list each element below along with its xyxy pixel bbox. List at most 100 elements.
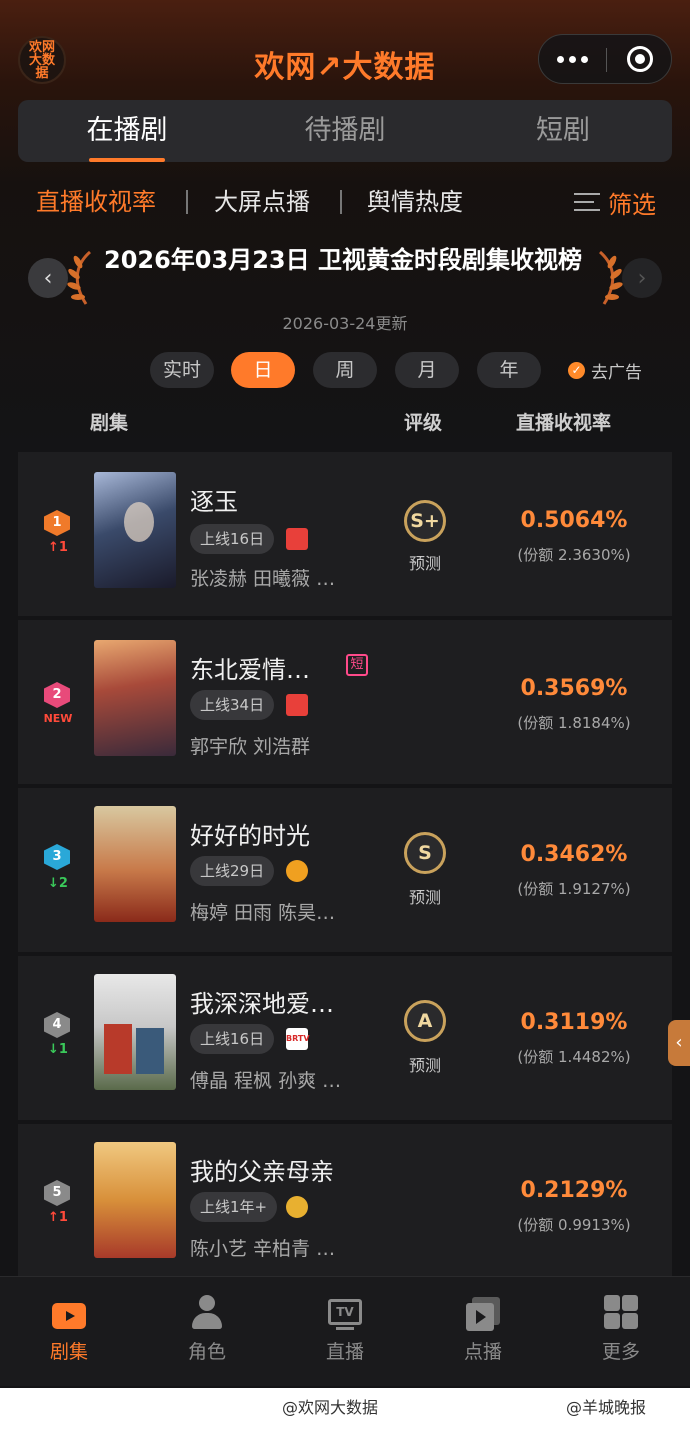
period-year[interactable]: 年 <box>477 352 541 388</box>
share-value: (份额 2.3630%) <box>517 546 631 564</box>
column-header-grade: 评级 <box>404 412 443 434</box>
nav-label: 角色 <box>187 1341 226 1363</box>
rank-badge: 2 <box>44 682 70 708</box>
share-value: (份额 1.9127%) <box>517 880 631 898</box>
rating-value: 0.3569% <box>520 676 628 701</box>
cast-list: 张凌赫 田曦薇 … <box>190 568 336 590</box>
table-row[interactable]: 2 NEW 东北爱情… 短 上线34日 郭宇欣 刘浩群 0.3569% (份额 … <box>18 620 672 784</box>
trend-indicator: ↑1 <box>48 540 68 555</box>
days-on-air-badge: 上线16日 <box>190 524 275 554</box>
poster-image[interactable] <box>94 974 176 1090</box>
share-value: (份额 0.9913%) <box>517 1216 631 1234</box>
nav-shows[interactable]: 剧集 <box>0 1277 138 1386</box>
predict-label: 预测 <box>408 888 441 907</box>
table-row[interactable]: 1 ↑1 逐玉 上线16日 张凌赫 田曦薇 … S+ 预测 0.5064% (份… <box>18 452 672 616</box>
subtab-buzz[interactable]: 舆情热度 <box>367 180 463 224</box>
table-row[interactable]: 5 ↑1 我的父亲母亲 上线1年+ 陈小艺 辛柏青 … 0.2129% (份额 … <box>18 1124 672 1276</box>
nav-label: 直播 <box>325 1341 364 1363</box>
show-title[interactable]: 我的父亲母亲 <box>190 1152 334 1187</box>
tab-short-drama[interactable]: 短剧 <box>454 100 672 162</box>
period-realtime[interactable]: 实时 <box>150 352 214 388</box>
show-title[interactable]: 好好的时光 <box>190 816 310 851</box>
period-month[interactable]: 月 <box>395 352 459 388</box>
predict-label: 预测 <box>408 554 441 573</box>
poster-image[interactable] <box>94 1142 176 1258</box>
more-icon[interactable] <box>539 35 606 83</box>
subtab-vod[interactable]: 大屏点播 <box>214 180 310 224</box>
rank-badge: 3 <box>44 844 70 870</box>
laurel-right-icon <box>598 250 623 305</box>
short-drama-tag: 短 <box>346 654 368 676</box>
filter-label: 筛选 <box>608 190 656 219</box>
channel-logo-icon <box>286 528 308 550</box>
show-title[interactable]: 我深深地爱… <box>190 984 334 1019</box>
remove-ads-label: 去广告 <box>591 362 642 383</box>
share-value: (份额 1.4482%) <box>517 1048 631 1066</box>
nav-label: 剧集 <box>49 1341 88 1363</box>
close-target-icon[interactable] <box>627 46 653 72</box>
chevron-left-icon: ‹ <box>43 265 53 291</box>
person-icon <box>188 1295 226 1331</box>
subtab-live-rating[interactable]: 直播收视率 <box>36 180 156 224</box>
days-on-air-badge: 上线29日 <box>190 856 275 886</box>
table-row[interactable]: 4 ↓1 我深深地爱… 上线16日 BRTV 傅晶 程枫 孙爽 … A 预测 0… <box>18 956 672 1120</box>
bottom-nav: 剧集 角色 TV 直播 点播 更多 <box>0 1276 690 1386</box>
update-time: 2026-03-24更新 <box>282 314 408 333</box>
nav-label: 更多 <box>601 1341 640 1363</box>
live-tv-icon: TV <box>326 1295 364 1331</box>
grade-badge: A <box>404 1000 446 1042</box>
poster-image[interactable] <box>94 640 176 756</box>
prev-date-button[interactable]: ‹ <box>28 258 68 298</box>
tab-upcoming[interactable]: 待播剧 <box>236 100 454 162</box>
main-tabs: 在播剧 待播剧 短剧 <box>18 100 672 162</box>
mini-program-capsule <box>538 34 672 84</box>
watermark-text: @欢网大数据 <box>282 1398 379 1417</box>
share-value: (份额 1.8184%) <box>517 714 631 732</box>
side-drawer-tab[interactable]: ‹ <box>668 1020 690 1066</box>
watermark-text: @羊城晚报 <box>566 1398 647 1417</box>
tab-on-air[interactable]: 在播剧 <box>18 100 236 162</box>
channel-logo-icon: BRTV <box>286 1028 310 1050</box>
poster-image[interactable] <box>94 472 176 588</box>
filter-button[interactable]: 筛选 <box>574 180 656 224</box>
ranking-title: 2026年03月23日 卫视黄金时段剧集收视榜 <box>104 246 582 274</box>
play-icon <box>464 1295 502 1331</box>
rank-badge: 1 <box>44 510 70 536</box>
grade-badge: S+ <box>404 500 446 542</box>
nav-label: 点播 <box>463 1341 502 1363</box>
period-day[interactable]: 日 <box>231 352 295 388</box>
grid-icon <box>602 1295 640 1331</box>
rank-badge: 5 <box>44 1180 70 1206</box>
cast-list: 傅晶 程枫 孙爽 … <box>190 1070 342 1092</box>
nav-live[interactable]: TV 直播 <box>276 1277 414 1386</box>
weibo-watermark-bar: @欢网大数据 @羊城晚报 <box>0 1388 690 1432</box>
check-icon: ✓ <box>568 361 585 379</box>
divider <box>340 190 342 214</box>
table-row[interactable]: 3 ↓2 好好的时光 上线29日 梅婷 田雨 陈昊… S 预测 0.3462% … <box>18 788 672 952</box>
rank-badge: 4 <box>44 1012 70 1038</box>
nav-roles[interactable]: 角色 <box>138 1277 276 1386</box>
chevron-right-icon: › <box>637 265 647 291</box>
remove-ads-toggle[interactable]: ✓ 去广告 <box>568 352 642 388</box>
cast-list: 梅婷 田雨 陈昊… <box>190 902 336 924</box>
rating-value: 0.3119% <box>520 1010 628 1035</box>
rating-value: 0.5064% <box>520 508 628 533</box>
channel-logo-icon <box>286 1196 308 1218</box>
next-date-button[interactable]: › <box>622 258 662 298</box>
top-bar: 欢网大数据 欢网↗大数据 <box>0 28 690 92</box>
tv-icon <box>50 1295 88 1331</box>
show-title[interactable]: 逐玉 <box>190 482 238 517</box>
period-week[interactable]: 周 <box>313 352 377 388</box>
rating-value: 0.2129% <box>520 1178 628 1203</box>
laurel-left-icon <box>67 250 92 305</box>
predict-label: 预测 <box>408 1056 441 1075</box>
trend-indicator: ↑1 <box>48 1210 68 1225</box>
trend-indicator: ↓2 <box>48 876 68 891</box>
show-title[interactable]: 东北爱情… <box>190 650 310 685</box>
nav-vod[interactable]: 点播 <box>414 1277 552 1386</box>
column-header-show: 剧集 <box>90 412 129 434</box>
channel-logo-icon <box>286 694 308 716</box>
poster-image[interactable] <box>94 806 176 922</box>
nav-more[interactable]: 更多 <box>552 1277 690 1386</box>
cast-list: 陈小艺 辛柏青 … <box>190 1238 336 1260</box>
